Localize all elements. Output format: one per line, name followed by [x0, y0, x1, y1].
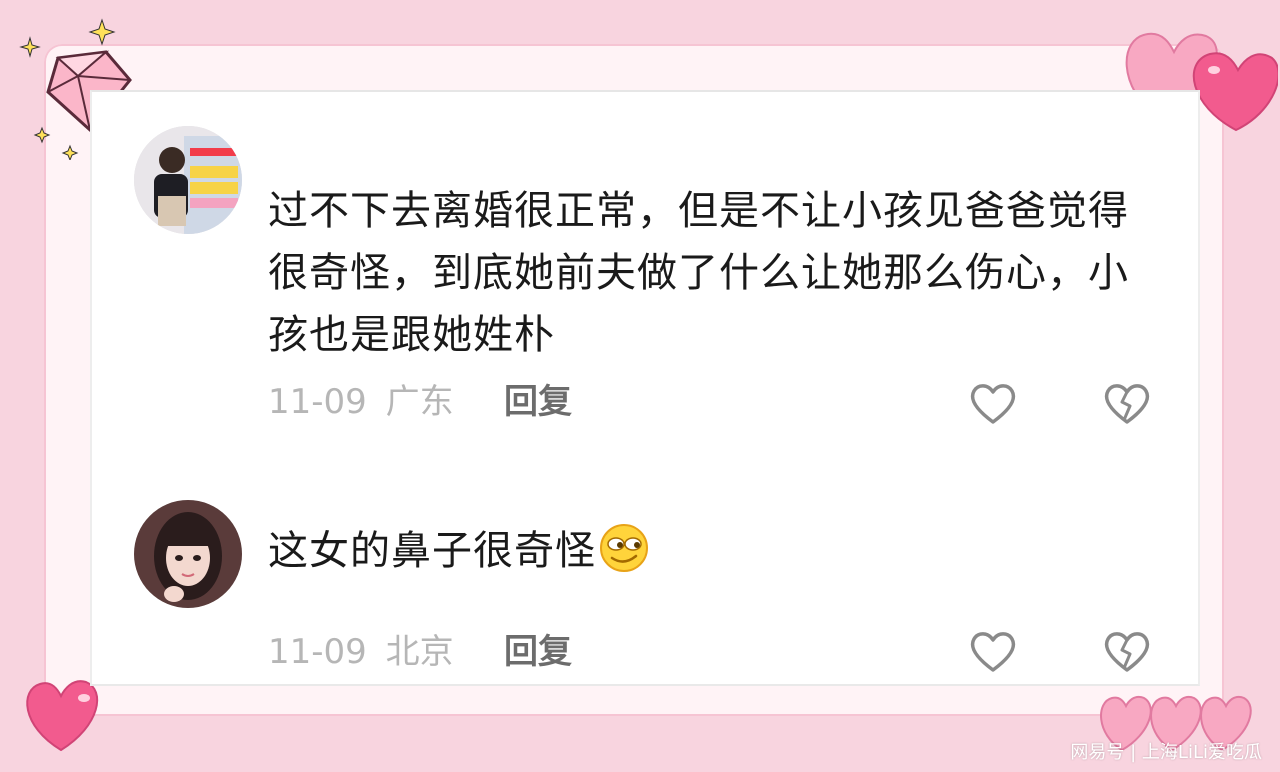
comment-item: 这女的鼻子很奇怪 11-09 北京 回复: [92, 472, 1198, 684]
avatar[interactable]: [134, 500, 242, 608]
comment-date: 11-09: [268, 382, 367, 422]
comment-text-row: 这女的鼻子很奇怪: [268, 520, 1138, 582]
comment-meta: 11-09 北京: [268, 628, 454, 676]
heart-outline-icon[interactable]: [968, 380, 1018, 426]
comments-card: 过不下去离婚很正常，但是不让小孩见爸爸觉得很奇怪，到底她前夫做了什么让她那么伤心…: [90, 90, 1200, 686]
comment-text: 这女的鼻子很奇怪: [268, 528, 596, 574]
comment-item: 过不下去离婚很正常，但是不让小孩见爸爸觉得很奇怪，到底她前夫做了什么让她那么伤心…: [92, 92, 1198, 432]
smirk-face-emoji: [600, 524, 648, 572]
comment-date: 11-09: [268, 632, 367, 672]
comment-location: 广东: [385, 382, 454, 422]
comment-text: 过不下去离婚很正常，但是不让小孩见爸爸觉得很奇怪，到底她前夫做了什么让她那么伤心…: [268, 188, 1129, 358]
broken-heart-icon[interactable]: [1102, 628, 1152, 674]
heart-outline-icon[interactable]: [968, 628, 1018, 674]
comment-location: 北京: [385, 632, 454, 672]
reply-button[interactable]: 回复: [504, 378, 572, 426]
comment-meta: 11-09 广东: [268, 378, 454, 426]
reply-button[interactable]: 回复: [504, 628, 572, 676]
avatar[interactable]: [134, 126, 242, 234]
watermark: 网易号 | 上海LiLi爱吃瓜: [1070, 742, 1262, 763]
broken-heart-icon[interactable]: [1102, 380, 1152, 426]
